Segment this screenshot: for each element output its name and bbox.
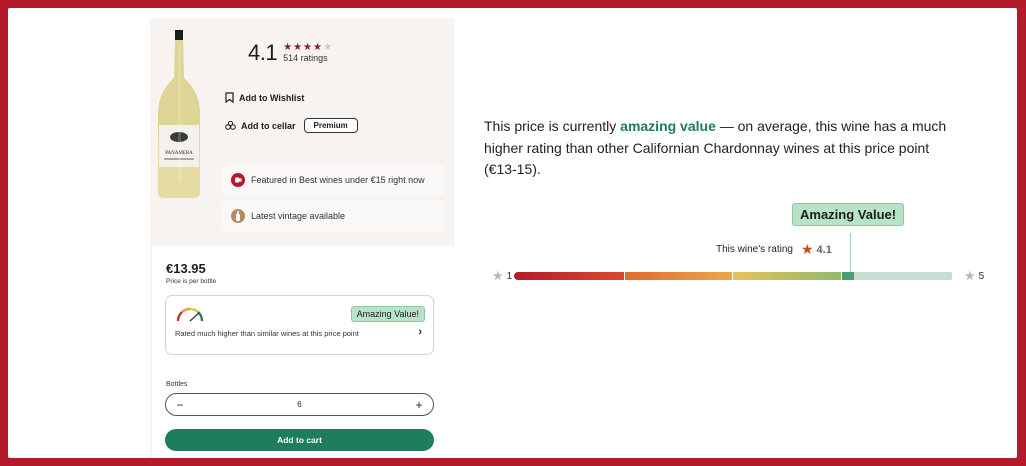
wine-rating-label: This wine's rating — [716, 244, 793, 255]
explanation-highlight: amazing value — [620, 118, 716, 134]
rating-gradient-bar — [514, 272, 954, 280]
value-description: Rated much higher than similar wines at … — [175, 329, 359, 338]
value-gauge-icon — [176, 307, 204, 322]
bookmark-icon — [225, 92, 234, 103]
scale-min: ★ 1 — [492, 268, 512, 284]
featured-ribbon-icon — [231, 173, 245, 187]
scale-max: ★ 5 — [964, 268, 984, 284]
cellar-bottles-icon — [225, 121, 236, 130]
wine-rating-indicator: This wine's rating ★ 4.1 — [716, 241, 832, 258]
average-rating: 4.1 — [248, 40, 278, 65]
purchase-card: €13.95 Price is per bottle Amazing Value… — [152, 246, 454, 458]
add-to-cellar-button[interactable]: Add to cellar — [241, 121, 296, 131]
vintage-banner: Latest vintage available — [222, 200, 444, 232]
bottle-icon — [231, 209, 245, 223]
decrease-quantity-button[interactable]: − — [174, 399, 186, 411]
star-filled-icon: ★ — [313, 41, 323, 53]
star-rating: ★★★★★ — [283, 41, 333, 53]
premium-badge[interactable]: Premium — [303, 118, 358, 133]
add-to-wishlist-button[interactable]: Add to Wishlist — [225, 92, 304, 103]
star-filled-icon: ★ — [303, 41, 313, 53]
star-filled-icon: ★ — [293, 41, 304, 53]
value-explanation: This price is currently amazing value — … — [484, 116, 964, 181]
value-summary-box[interactable]: Amazing Value! Rated much higher than si… — [165, 295, 434, 355]
bottle-price: €13.95 — [166, 261, 206, 276]
wishlist-label: Add to Wishlist — [239, 92, 305, 103]
star-filled-icon: ★ — [283, 41, 294, 53]
explanation-prefix: This price is currently — [484, 118, 621, 134]
vintage-text: Latest vintage available — [251, 211, 346, 221]
star-empty-icon: ★ — [322, 41, 333, 53]
rating-details: ★★★★★ 514 ratings — [283, 41, 333, 64]
wine-rating-value: 4.1 — [816, 243, 832, 256]
star-icon: ★ — [492, 268, 504, 283]
amazing-value-badge: Amazing Value! — [350, 306, 425, 322]
rating-scale: Amazing Value! This wine's rating ★ 4.1 … — [484, 203, 984, 283]
rating-summary: 4.1 ★★★★★ 514 ratings — [248, 40, 333, 66]
cellar-row: Add to cellar Premium — [225, 118, 358, 133]
price-note: Price is per bottle — [166, 278, 217, 285]
featured-text: Featured in Best wines under €15 right n… — [251, 175, 425, 185]
bottles-label: Bottles — [166, 381, 188, 388]
amazing-value-callout: Amazing Value! — [792, 203, 905, 226]
quantity-value[interactable]: 6 — [297, 400, 301, 409]
scale-max-label: 5 — [978, 270, 985, 282]
page-frame: PANAMERA 4.1 ★★★★★ 514 ratings Add to Wi… — [8, 8, 1017, 458]
rating-count: 514 ratings — [283, 52, 328, 63]
wine-bottle-image: PANAMERA — [158, 30, 200, 198]
chevron-right-icon: › — [418, 326, 422, 338]
add-to-cart-button[interactable]: Add to cart — [165, 429, 434, 451]
scale-min-label: 1 — [506, 270, 513, 282]
star-icon: ★ — [964, 268, 976, 283]
increase-quantity-button[interactable]: + — [413, 399, 425, 411]
quantity-stepper: − 6 + — [165, 393, 434, 416]
featured-list-banner[interactable]: Featured in Best wines under €15 right n… — [222, 164, 444, 196]
star-icon: ★ — [800, 241, 814, 257]
